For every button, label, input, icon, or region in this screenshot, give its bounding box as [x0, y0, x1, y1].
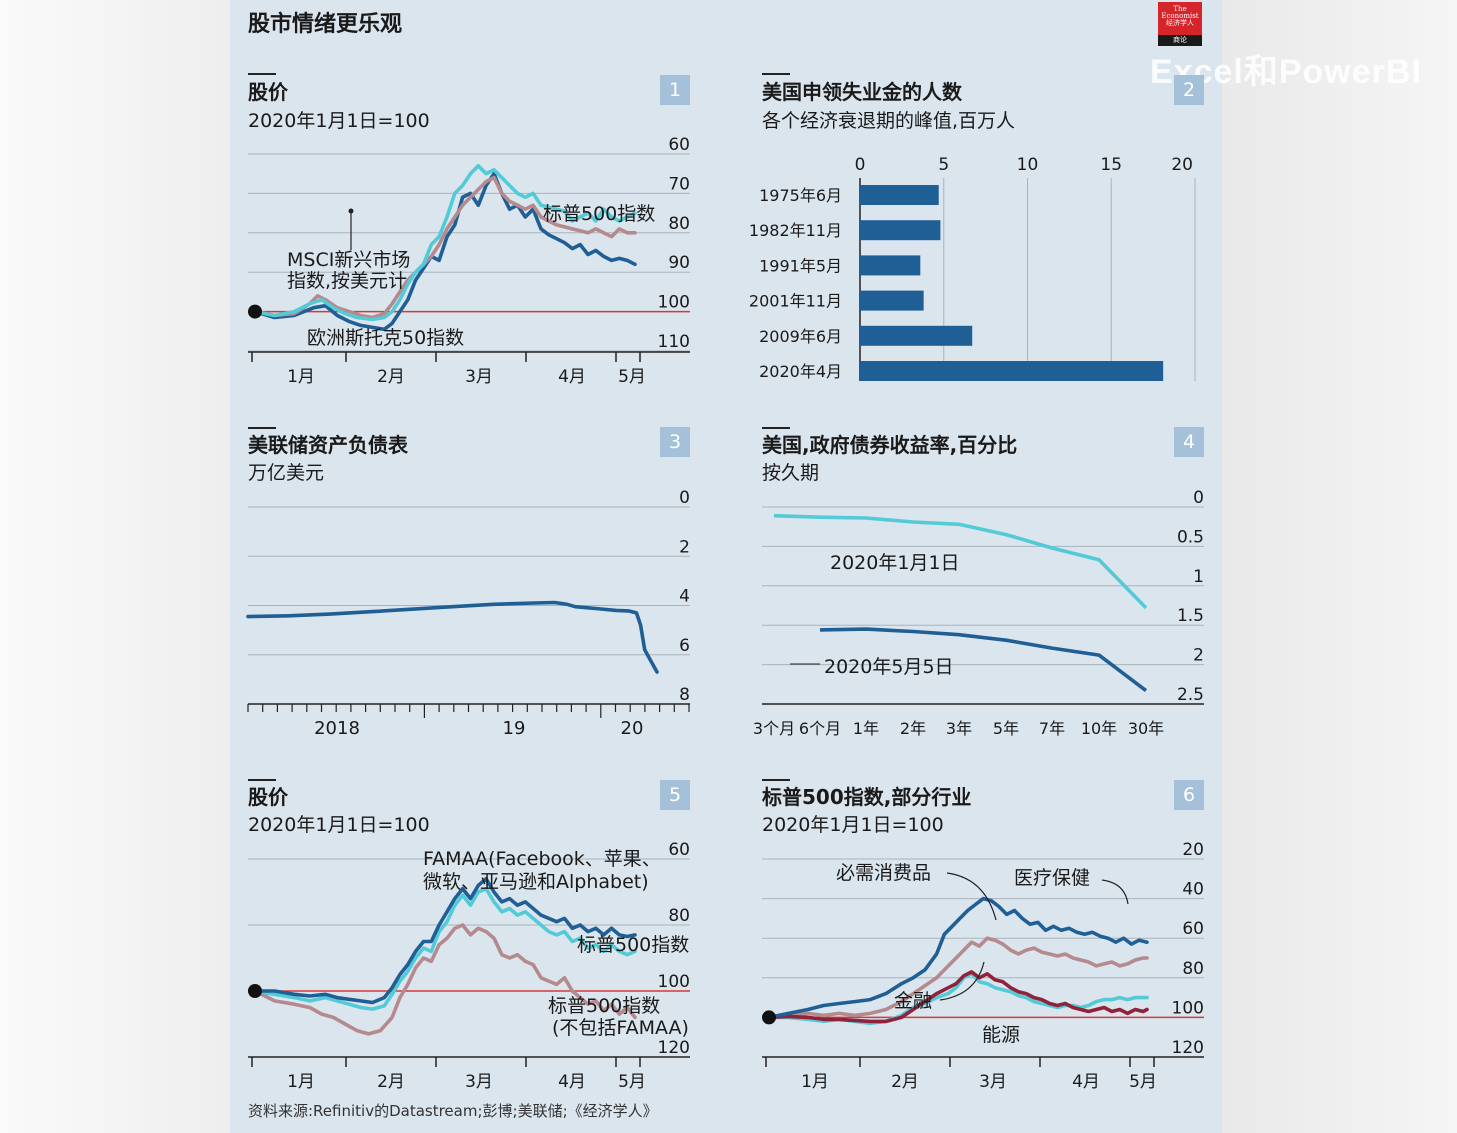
annotation-leader — [1101, 879, 1129, 905]
y-tick-label: 40 — [1182, 880, 1204, 900]
x-tick-label: 3月 — [979, 1072, 1007, 1092]
y-tick-label: 60 — [1182, 919, 1204, 939]
y-tick-label: 20 — [1182, 840, 1204, 860]
annotation-leader — [946, 872, 997, 921]
y-tick-label: 80 — [1182, 959, 1204, 979]
y-tick-label: 100 — [1172, 998, 1204, 1018]
panel-6-chart: 20 40 60 80 100 120 1月 2月 3月 4月 5月 必需消费品 医疗保健金融能源 — [762, 840, 1204, 1092]
annotation-health: 医疗保健 — [1014, 867, 1090, 889]
x-tick-label: 2月 — [891, 1072, 919, 1092]
annotation-finance: 金融 — [894, 990, 932, 1012]
source-note: 资料来源:Refinitiv的Datastream;彭博;美联储;《经济学人》 — [248, 1102, 658, 1120]
start-marker — [762, 1010, 776, 1025]
x-tick-label: 1月 — [801, 1072, 829, 1092]
annotation-energy: 能源 — [982, 1024, 1020, 1046]
x-tick-label: 5月 — [1129, 1072, 1157, 1092]
y-tick-label: 120 — [1172, 1038, 1204, 1058]
x-tick-label: 4月 — [1072, 1072, 1100, 1092]
annotation-staples: 必需消费品 — [836, 862, 931, 884]
